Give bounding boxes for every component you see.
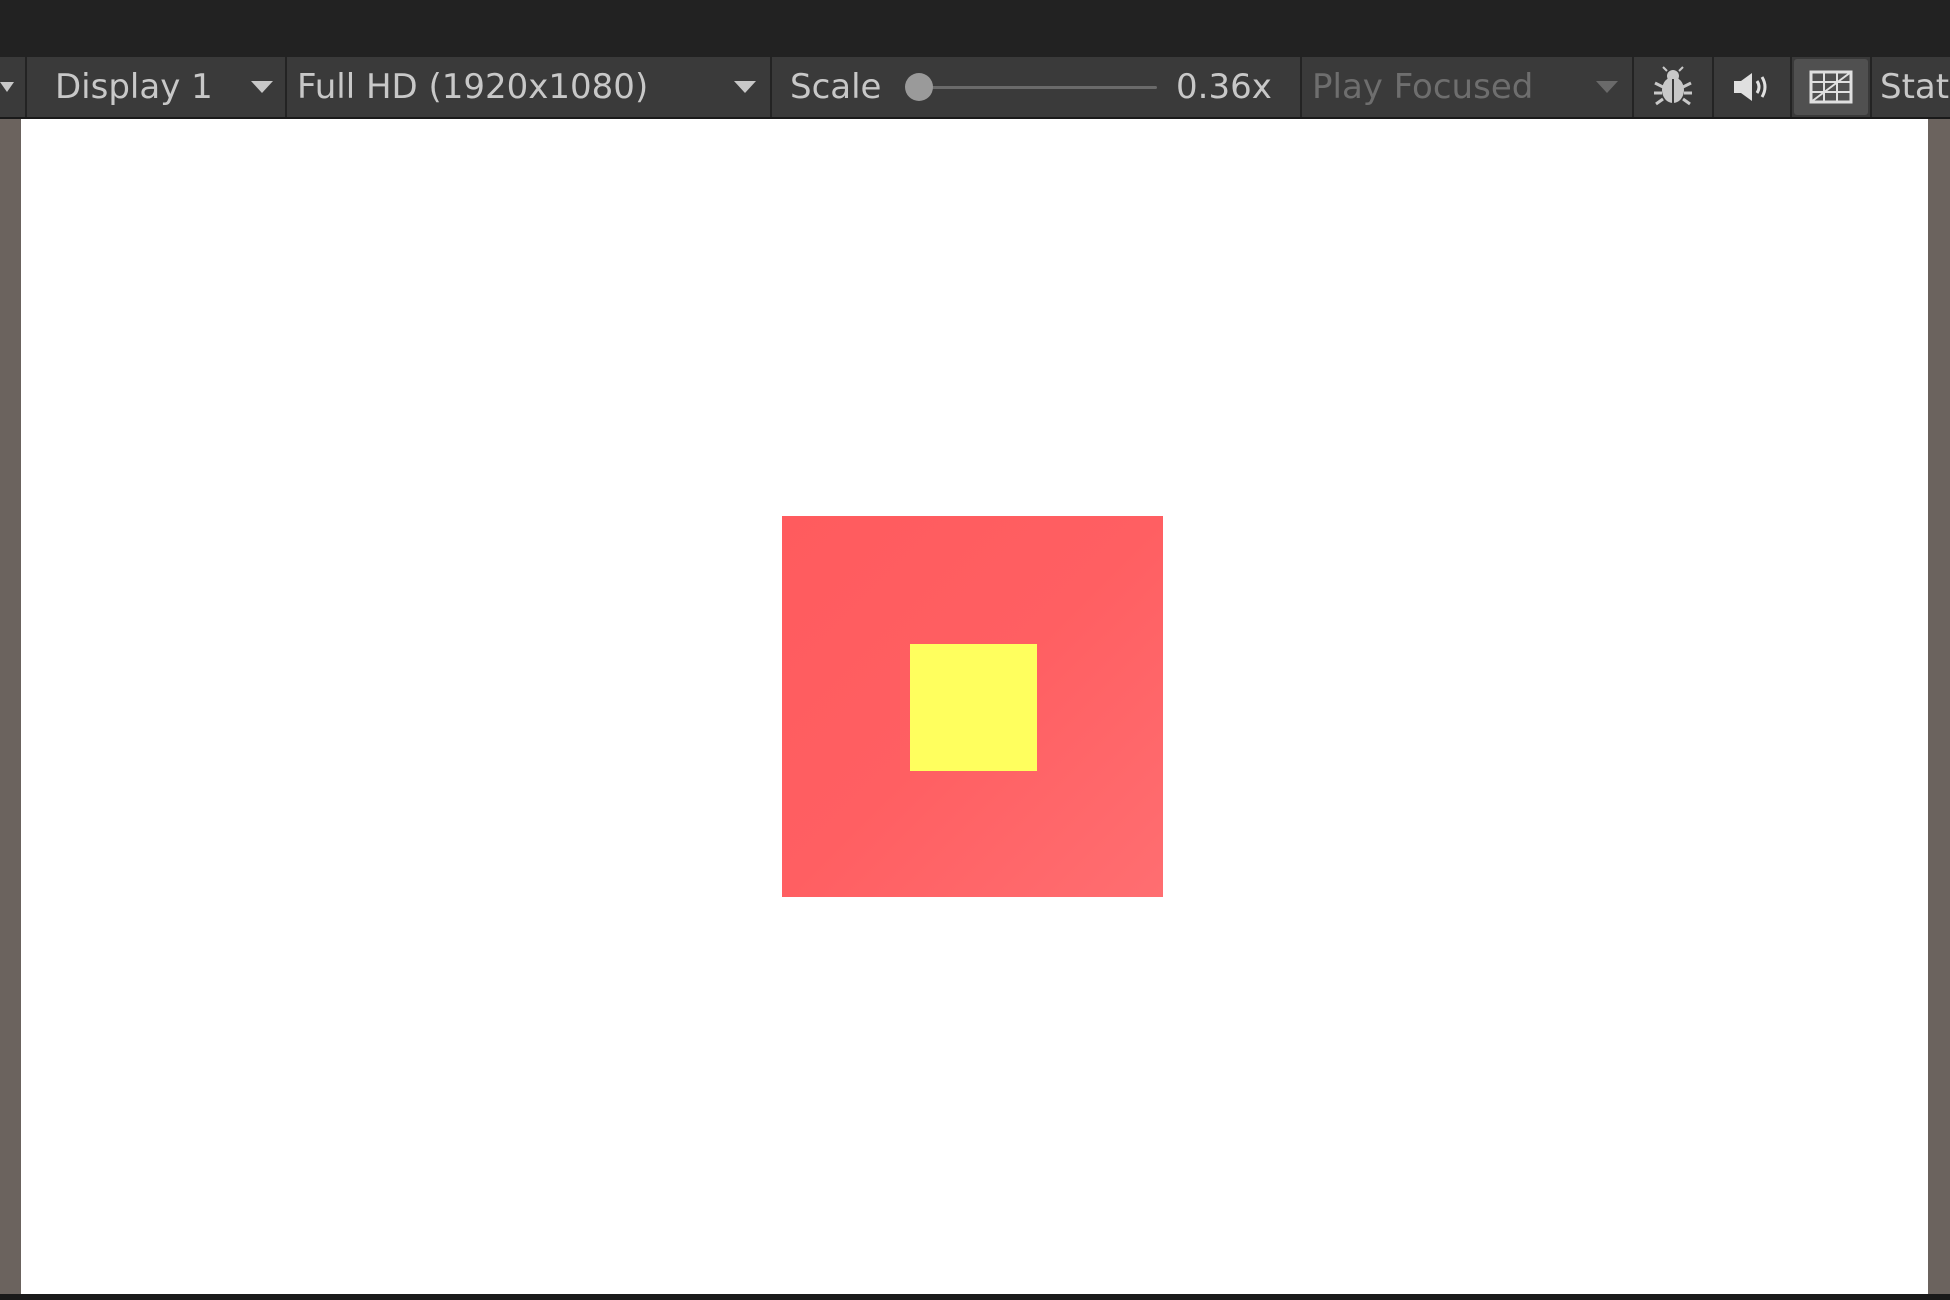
collapsed-menu-button[interactable] <box>0 57 14 117</box>
viewport-right-border <box>1928 119 1950 1294</box>
chevron-down-icon <box>734 81 756 93</box>
scale-value-text: 0.36x <box>1176 67 1272 107</box>
display-dropdown[interactable]: Display 1 <box>27 57 285 117</box>
display-dropdown-label: Display 1 <box>55 67 213 107</box>
play-mode-dropdown[interactable]: Play Focused <box>1302 57 1632 117</box>
resolution-dropdown[interactable]: Full HD (1920x1080) <box>287 57 770 117</box>
toolbar-separator <box>1632 57 1634 117</box>
debug-button[interactable] <box>1636 59 1710 115</box>
gizmos-button[interactable] <box>1794 59 1868 115</box>
speaker-icon <box>1734 73 1767 101</box>
scale-slider-knob[interactable] <box>905 73 933 101</box>
toolbar-separator <box>1870 57 1872 117</box>
scale-label: Scale <box>790 57 890 117</box>
scale-label-text: Scale <box>790 67 882 107</box>
chevron-down-icon <box>0 82 14 92</box>
gizmo-grid-icon <box>1809 70 1853 104</box>
viewport-left-border <box>0 119 21 1294</box>
audio-mute-button[interactable] <box>1714 59 1790 115</box>
window-title-strip <box>0 0 1950 57</box>
stats-button-label: Stat <box>1880 67 1950 107</box>
resolution-dropdown-label: Full HD (1920x1080) <box>297 67 649 107</box>
window-bottom-edge <box>0 1294 1950 1300</box>
toolbar-separator <box>1790 57 1792 117</box>
game-viewport[interactable] <box>21 119 1928 1294</box>
scale-slider[interactable] <box>905 57 1160 117</box>
chevron-down-icon <box>1596 81 1618 93</box>
game-view-toolbar: Display 1 Full HD (1920x1080) Scale 0.36… <box>0 57 1950 119</box>
bug-icon <box>1654 66 1692 106</box>
play-mode-dropdown-label: Play Focused <box>1312 67 1534 107</box>
toolbar-separator <box>770 57 772 117</box>
yellow-square-sprite <box>910 644 1037 771</box>
scale-value: 0.36x <box>1176 57 1276 117</box>
stats-button[interactable]: Stat <box>1880 57 1950 117</box>
chevron-down-icon <box>251 81 273 93</box>
scale-slider-track <box>909 86 1157 89</box>
